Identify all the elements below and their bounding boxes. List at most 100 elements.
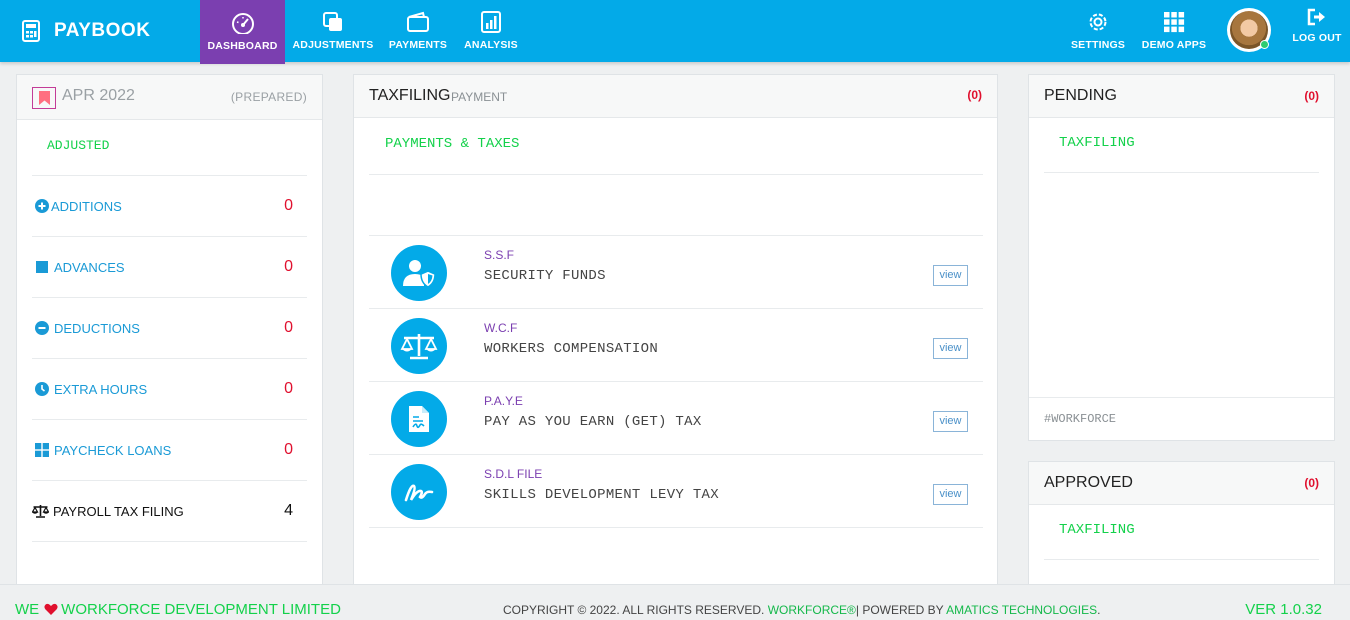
- footer-period: .: [1097, 603, 1101, 617]
- bookmark-icon: [32, 87, 56, 109]
- view-button[interactable]: view: [933, 484, 968, 505]
- tax-item-abbr: P.A.Y.E: [484, 394, 523, 408]
- page-footer: WE WORKFORCE DEVELOPMENT LIMITED COPYRIG…: [0, 584, 1350, 620]
- period-card-header: APR 2022 (PREPARED): [17, 75, 322, 120]
- adjustment-row-extra-hours[interactable]: EXTRA HOURS 0: [32, 359, 307, 420]
- nav-demo-apps[interactable]: DEMO APPS: [1140, 0, 1208, 62]
- minus-circle-icon: [35, 321, 49, 335]
- windows-grid-icon: [35, 443, 49, 457]
- tax-item-sdl-file: S.D.L FILE SKILLS DEVELOPMENT LEVY TAX v…: [369, 455, 983, 528]
- nav-dashboard[interactable]: DASHBOARD: [200, 0, 285, 64]
- plus-circle-icon: [35, 199, 49, 213]
- nav-payments-label: PAYMENTS: [388, 39, 448, 51]
- logout-icon: [1307, 8, 1325, 26]
- nav-dashboard-label: DASHBOARD: [207, 40, 278, 52]
- approved-item[interactable]: TAXFILING: [1044, 505, 1319, 560]
- version-label: VER 1.0.32: [1245, 601, 1322, 618]
- view-button[interactable]: view: [933, 265, 968, 286]
- view-button[interactable]: view: [933, 411, 968, 432]
- adjusted-section-label: ADJUSTED: [32, 120, 307, 176]
- adjustment-row-advances[interactable]: ADVANCES 0: [32, 237, 307, 298]
- tax-item-abbr: W.C.F: [484, 321, 518, 335]
- wallet-icon: [407, 11, 429, 32]
- taxfiling-card-header: TAXFILING PAYMENT (0): [354, 75, 997, 118]
- signed-document-icon: [391, 391, 447, 447]
- pending-title: PENDING: [1044, 87, 1117, 104]
- copy-icon: [323, 12, 342, 31]
- taxfiling-count: (0): [967, 88, 982, 102]
- scale-icon: [32, 505, 49, 518]
- approved-title: APPROVED: [1044, 474, 1133, 491]
- advances-value: 0: [284, 258, 293, 275]
- pending-count: (0): [1304, 89, 1319, 103]
- tax-item-name: SECURITY FUNDS: [484, 268, 606, 284]
- balance-scale-icon: [391, 318, 447, 374]
- nav-analysis[interactable]: ANALYSIS: [460, 0, 522, 62]
- approved-card-header: APPROVED (0): [1029, 462, 1334, 505]
- bar-chart-icon: [481, 11, 501, 33]
- taxfiling-subtitle: PAYMENT: [451, 90, 508, 104]
- pending-footer-tag: #WORKFORCE: [1044, 412, 1117, 426]
- copyright-text: COPYRIGHT © 2022. ALL RIGHTS RESERVED.: [503, 603, 765, 617]
- adjustment-row-payroll-tax-filing[interactable]: PAYROLL TAX FILING 4: [32, 481, 307, 542]
- online-status-dot: [1260, 40, 1269, 49]
- brand[interactable]: PAYBOOK: [22, 17, 150, 45]
- adjustment-row-deductions[interactable]: DEDUCTIONS 0: [32, 298, 307, 359]
- pending-card: PENDING (0) TAXFILING #WORKFORCE: [1028, 74, 1335, 441]
- nav-logout-label: LOG OUT: [1292, 32, 1342, 44]
- signature-icon: [391, 464, 447, 520]
- paycheck-loans-value: 0: [284, 441, 293, 458]
- clock-icon: [35, 382, 49, 396]
- period-card: APR 2022 (PREPARED) ADJUSTED ADDITIONS 0…: [16, 74, 323, 594]
- period-status: (PREPARED): [230, 90, 307, 104]
- paycheck-loans-label: PAYCHECK LOANS: [54, 442, 172, 458]
- nav-payments[interactable]: PAYMENTS: [384, 0, 452, 62]
- user-avatar[interactable]: [1227, 8, 1271, 52]
- calculator-icon: [22, 20, 40, 42]
- tax-item-abbr: S.S.F: [484, 248, 515, 262]
- payroll-tax-filing-label: PAYROLL TAX FILING: [53, 503, 184, 519]
- tax-item-abbr: S.D.L FILE: [484, 467, 543, 481]
- heart-icon: [44, 603, 58, 615]
- deductions-label: DEDUCTIONS: [54, 320, 140, 336]
- adjustment-row-additions[interactable]: ADDITIONS 0: [32, 176, 307, 237]
- square-icon: [36, 261, 48, 273]
- deductions-value: 0: [284, 319, 293, 336]
- taxfiling-card: TAXFILING PAYMENT (0) PAYMENTS & TAXES S…: [353, 74, 998, 594]
- payments-section: PAYMENTS & TAXES: [369, 118, 983, 175]
- view-button[interactable]: view: [933, 338, 968, 359]
- footer-company: WE WORKFORCE DEVELOPMENT LIMITED: [15, 601, 341, 618]
- approved-card: APPROVED (0) TAXFILING: [1028, 461, 1335, 594]
- footer-company-name: WORKFORCE DEVELOPMENT LIMITED: [61, 601, 341, 618]
- additions-value: 0: [284, 197, 293, 214]
- approved-item-label: TAXFILING: [1059, 522, 1135, 538]
- tax-item-wcf: W.C.F WORKERS COMPENSATION view: [369, 309, 983, 382]
- adjustment-row-paycheck-loans[interactable]: PAYCHECK LOANS 0: [32, 420, 307, 481]
- extra-hours-value: 0: [284, 380, 293, 397]
- tax-item-ssf: S.S.F SECURITY FUNDS view: [369, 236, 983, 309]
- tax-item-name: PAY AS YOU EARN (GET) TAX: [484, 414, 702, 430]
- footer-copyright: COPYRIGHT © 2022. ALL RIGHTS RESERVED. W…: [503, 603, 1100, 617]
- adjusted-heading: ADJUSTED: [47, 138, 110, 153]
- taxfiling-title: TAXFILING: [369, 87, 451, 104]
- nav-adjustments-label: ADJUSTMENTS: [292, 39, 374, 51]
- user-shield-icon: [391, 245, 447, 301]
- workforce-link[interactable]: WORKFORCE®: [768, 603, 856, 617]
- approved-count: (0): [1304, 476, 1319, 490]
- pending-item-label: TAXFILING: [1059, 135, 1135, 151]
- nav-adjustments[interactable]: ADJUSTMENTS: [290, 0, 376, 62]
- nav-settings[interactable]: SETTINGS: [1068, 0, 1128, 62]
- powered-by-text: | POWERED BY: [855, 603, 944, 617]
- nav-logout[interactable]: LOG OUT: [1292, 0, 1342, 62]
- pending-card-header: PENDING (0): [1029, 75, 1334, 118]
- nav-analysis-label: ANALYSIS: [464, 39, 518, 51]
- speedometer-icon: [231, 13, 254, 34]
- footer-we: WE: [15, 601, 40, 618]
- advances-label: ADVANCES: [54, 259, 125, 275]
- nav-demo-apps-label: DEMO APPS: [1141, 39, 1207, 51]
- pending-item[interactable]: TAXFILING: [1044, 118, 1319, 173]
- amatics-link[interactable]: AMATICS TECHNOLOGIES: [946, 603, 1097, 617]
- payments-taxes-heading: PAYMENTS & TAXES: [385, 136, 520, 152]
- period-title: APR 2022: [62, 87, 135, 104]
- brand-name: PAYBOOK: [54, 20, 151, 41]
